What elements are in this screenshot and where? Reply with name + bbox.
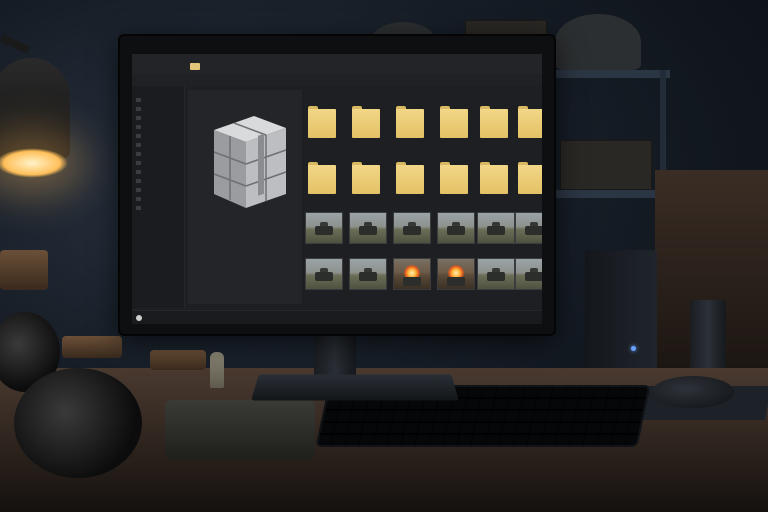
image-thumbnail-explosion[interactable] — [437, 258, 475, 290]
sidebar-item[interactable] — [136, 107, 141, 111]
wooden-block-2 — [150, 350, 206, 370]
wooden-crate — [0, 250, 48, 290]
file-grid — [305, 104, 542, 300]
wooden-block — [62, 336, 122, 358]
sidebar-item[interactable] — [136, 98, 141, 102]
sidebar-item[interactable] — [136, 152, 141, 156]
folder-icon[interactable] — [518, 106, 542, 138]
sidebar-item[interactable] — [136, 206, 141, 210]
image-thumbnail-tank[interactable] — [305, 258, 343, 290]
helmet-right — [555, 14, 641, 70]
speaker — [585, 250, 657, 375]
speaker-led — [631, 346, 636, 351]
sidebar-item[interactable] — [136, 188, 141, 192]
title-bar — [132, 54, 542, 75]
folder-icon[interactable] — [480, 162, 508, 194]
folder-icon[interactable] — [396, 162, 424, 194]
lamp-arm — [0, 34, 31, 54]
folder-icon[interactable] — [352, 162, 380, 194]
desk-scene — [0, 0, 768, 512]
desk-lamp — [0, 58, 70, 158]
image-thumbnail-tank[interactable] — [349, 258, 387, 290]
sidebar-item[interactable] — [136, 125, 141, 129]
sidebar-item[interactable] — [136, 170, 141, 174]
monitor — [120, 36, 554, 334]
image-thumbnail-tank[interactable] — [437, 212, 475, 244]
folder-icon[interactable] — [352, 106, 380, 138]
folder-icon — [190, 63, 200, 70]
image-thumbnail-tank[interactable] — [515, 212, 542, 244]
image-thumbnail-tank[interactable] — [477, 212, 515, 244]
computer-mouse[interactable] — [652, 376, 734, 408]
folder-icon[interactable] — [440, 162, 468, 194]
status-indicator-icon — [136, 315, 142, 321]
image-thumbnail-tank[interactable] — [477, 258, 515, 290]
file-manager-window — [132, 54, 542, 324]
toy-soldier-figure — [210, 352, 224, 388]
monitor-stand-base — [251, 374, 459, 401]
sidebar-item[interactable] — [136, 116, 141, 120]
lamp-bulb-glow — [0, 148, 68, 178]
folder-icon[interactable] — [480, 106, 508, 138]
folder-icon[interactable] — [308, 162, 336, 194]
folder-icon[interactable] — [518, 162, 542, 194]
sidebar — [132, 86, 185, 308]
cup — [690, 300, 726, 378]
folder-icon[interactable] — [308, 106, 336, 138]
status-bar — [132, 310, 542, 324]
image-thumbnail-tank[interactable] — [393, 212, 431, 244]
sidebar-item[interactable] — [136, 134, 141, 138]
sidebar-item[interactable] — [136, 161, 141, 165]
folder-icon[interactable] — [440, 106, 468, 138]
folder-icon[interactable] — [396, 106, 424, 138]
sidebar-item[interactable] — [136, 143, 141, 147]
field-radio — [165, 400, 315, 460]
binoculars-lens-2 — [14, 368, 142, 478]
storage-box-middle — [560, 140, 652, 190]
image-thumbnail-explosion[interactable] — [393, 258, 431, 290]
preview-pane — [188, 90, 302, 304]
sidebar-item[interactable] — [136, 179, 141, 183]
image-thumbnail-tank[interactable] — [349, 212, 387, 244]
image-thumbnail-tank[interactable] — [515, 258, 542, 290]
image-thumbnail-tank[interactable] — [305, 212, 343, 244]
archive-icon[interactable] — [208, 108, 290, 212]
sidebar-item[interactable] — [136, 197, 141, 201]
toolbar — [132, 74, 542, 86]
